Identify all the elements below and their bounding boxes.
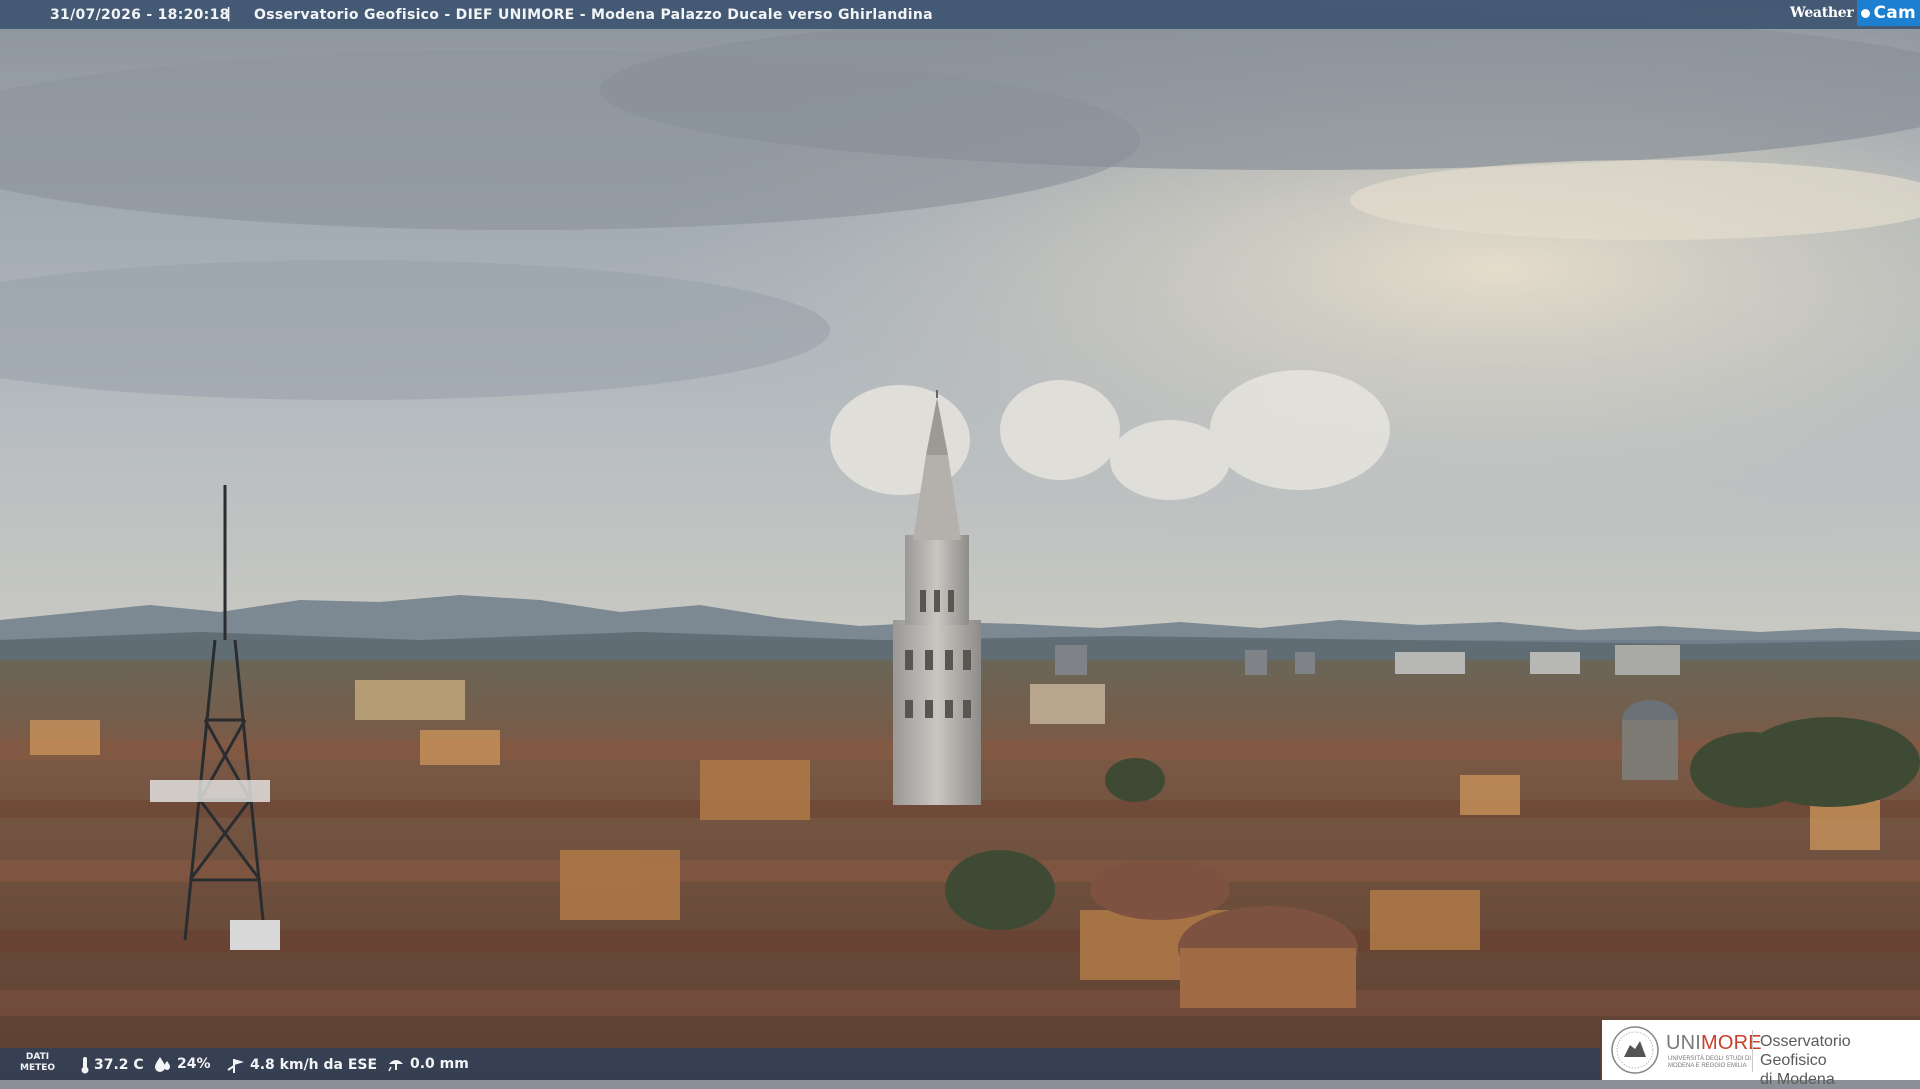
wind-icon	[227, 1059, 244, 1073]
humidity-reading: 24%	[153, 1056, 211, 1072]
thermometer-icon	[81, 1057, 89, 1074]
rain-reading: 0.0 mm	[386, 1056, 469, 1072]
unimore-subtitle-line1: UNIVERSITÀ DEGLI STUDI DI	[1668, 1056, 1752, 1062]
observatory-title: Osservatorio Geofisico di Modena	[1760, 1032, 1920, 1089]
capture-datetime: 31/07/2026 - 18:20:18	[50, 7, 230, 23]
unimore-observatory-logo: UNIMORE UNIVERSITÀ DEGLI STUDI DI MODENA…	[1602, 1020, 1920, 1088]
meteo-data-bar: DATI METEO 37.2 C 24% 4.8 km/h da ESE 0.…	[0, 1048, 1600, 1080]
meteo-label-line1: DATI	[25, 1052, 50, 1062]
weathercam-dot-icon	[1861, 8, 1871, 18]
rain-gauge-icon	[388, 1060, 403, 1072]
meteo-label-line2: METEO	[20, 1063, 56, 1073]
meteo-label: DATI METEO	[20, 1052, 55, 1074]
humidity-icon	[155, 1057, 170, 1072]
webcam-scene	[0, 0, 1920, 1080]
top-info-bar: 31/07/2026 - 18:20:18 | Osservatorio Geo…	[0, 0, 1920, 29]
camera-caption: Osservatorio Geofisico - DIEF UNIMORE - …	[254, 7, 933, 23]
temperature-reading: 37.2 C	[80, 1056, 144, 1074]
rain-value: 0.0 mm	[410, 1056, 469, 1072]
caption-separator: |	[226, 6, 232, 22]
unimore-uni: UNI	[1666, 1032, 1702, 1054]
weathercam-cam-text: Cam	[1873, 3, 1916, 23]
wind-value: 4.8 km/h da ESE	[250, 1057, 378, 1073]
temperature-value: 37.2 C	[94, 1057, 144, 1073]
observatory-title-line1: Osservatorio Geofisico	[1760, 1033, 1851, 1069]
logo-divider	[1752, 1030, 1753, 1072]
weathercam-logo: Weather Cam	[1790, 0, 1920, 26]
unimore-subtitle: UNIVERSITÀ DEGLI STUDI DI MODENA E REGGI…	[1668, 1056, 1751, 1070]
weathercam-cam-badge: Cam	[1857, 0, 1920, 26]
humidity-value: 24%	[177, 1056, 211, 1072]
weathercam-weather-text: Weather	[1790, 5, 1854, 21]
university-seal-icon	[1611, 1026, 1659, 1074]
unimore-subtitle-line2: MODENA E REGGIO EMILIA	[1668, 1063, 1747, 1069]
wind-reading: 4.8 km/h da ESE	[226, 1056, 377, 1074]
unimore-wordmark: UNIMORE	[1666, 1032, 1762, 1055]
